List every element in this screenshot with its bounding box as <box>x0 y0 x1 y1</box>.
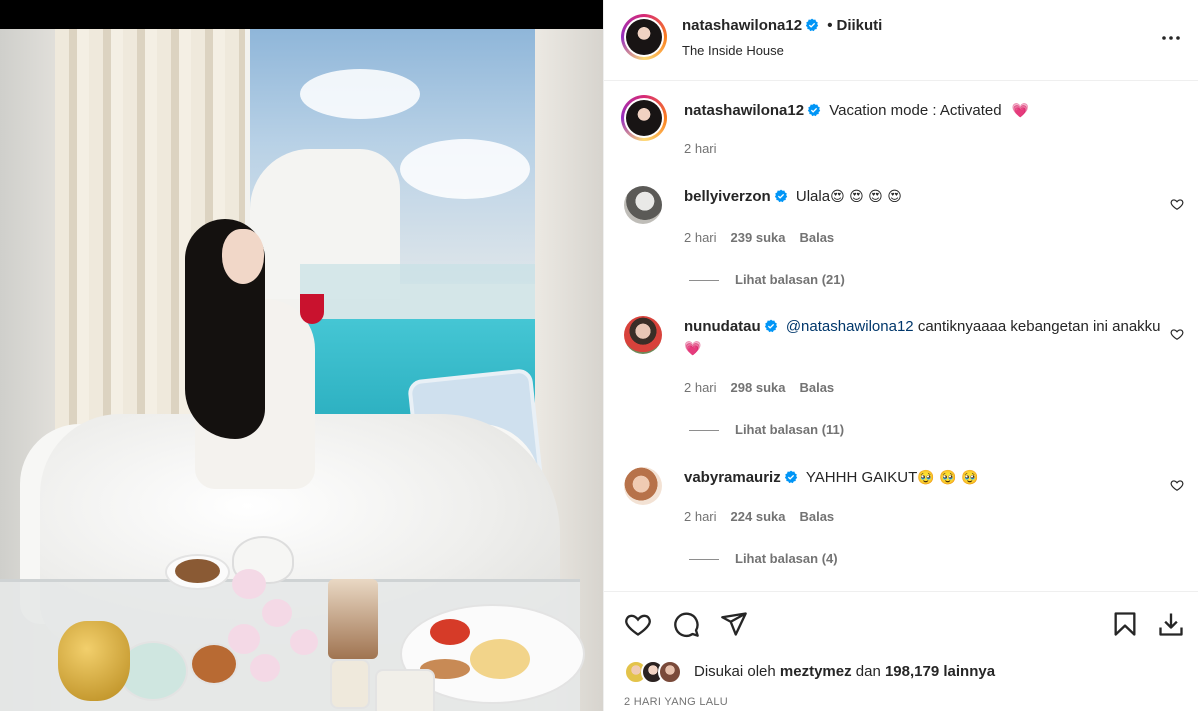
comment-meta: 2 hari 298 suka Balas <box>684 380 848 395</box>
mention-link[interactable]: @natashawilona12 <box>786 318 914 335</box>
comment-likes[interactable]: 224 suka <box>731 509 786 524</box>
comment-emoji: 😍 😍 😍 😍 <box>830 189 902 205</box>
heart-icon[interactable] <box>624 610 652 638</box>
post-sidebar: natashawilona12 • Diikuti The Inside Hous… <box>603 0 1198 711</box>
follow-status-button[interactable]: Diikuti <box>836 17 882 34</box>
post-actions: Disukai oleh meztymez dan 198,179 lainny… <box>604 591 1198 711</box>
post-header: natashawilona12 • Diikuti The Inside Hous… <box>604 0 1198 81</box>
bookmark-icon[interactable] <box>1111 610 1139 638</box>
heart-emoji: 💗 <box>1011 103 1030 119</box>
view-replies-button[interactable]: Lihat balasan (21) <box>689 272 845 287</box>
comment-body: Ulala <box>795 188 831 205</box>
commenter-avatar[interactable] <box>624 316 662 354</box>
comment-age: 2 hari <box>684 380 717 395</box>
comment-meta: 2 hari 224 suka Balas <box>684 509 848 524</box>
comment-text: nunudatau @natashawilona12 cantiknyaaaa … <box>684 316 1164 360</box>
reply-button[interactable]: Balas <box>799 380 834 395</box>
comment-like-heart-icon[interactable] <box>1170 197 1184 211</box>
more-horizontal-icon[interactable] <box>1159 26 1183 50</box>
likes-count[interactable]: 198,179 lainnya <box>885 663 995 680</box>
comment-emoji: 🥹 🥹 🥹 <box>917 470 979 486</box>
comment-text: vabyramauriz YAHHH GAIKUT🥹 🥹 🥹 <box>684 467 1164 489</box>
verified-badge-icon <box>774 189 787 203</box>
reply-button[interactable]: Balas <box>799 230 834 245</box>
verified-badge-icon <box>807 103 821 117</box>
comment-bubble-icon[interactable] <box>672 610 700 638</box>
comment-body: cantiknyaaaa kebangetan ini anakku <box>913 318 1161 335</box>
commenter-username[interactable]: vabyramauriz <box>684 469 781 486</box>
commenter-avatar[interactable] <box>624 467 662 505</box>
comment-meta: 2 hari 239 suka Balas <box>684 230 848 245</box>
author-avatar[interactable] <box>621 14 667 60</box>
liker-avatar <box>658 660 682 684</box>
commenter-avatar[interactable] <box>624 186 662 224</box>
commenter-username[interactable]: bellyiverzon <box>684 188 771 205</box>
comment-like-heart-icon[interactable] <box>1170 327 1184 341</box>
commenter-username[interactable]: nunudatau <box>684 318 761 335</box>
comment-likes[interactable]: 298 suka <box>731 380 786 395</box>
author-row: natashawilona12 • Diikuti <box>682 17 883 34</box>
author-username[interactable]: natashawilona12 <box>682 17 802 34</box>
location-link[interactable]: The Inside House <box>682 43 784 58</box>
author-avatar[interactable] <box>621 95 667 141</box>
view-replies-button[interactable]: Lihat balasan (4) <box>689 551 838 566</box>
verified-badge-icon <box>764 319 777 333</box>
caption-body: Vacation mode : Activated <box>829 102 1002 119</box>
view-replies-button[interactable]: Lihat balasan (11) <box>689 422 844 437</box>
verified-badge-icon <box>805 18 819 32</box>
reply-button[interactable]: Balas <box>799 509 834 524</box>
comment-text: bellyiverzon Ulala😍 😍 😍 😍 <box>684 186 1164 208</box>
caption-username[interactable]: natashawilona12 <box>684 102 804 119</box>
comment-age: 2 hari <box>684 230 717 245</box>
download-icon[interactable] <box>1157 610 1185 638</box>
likes-text: Disukai oleh meztymez dan 198,179 lainny… <box>694 663 996 680</box>
post-timestamp[interactable]: 2 HARI YANG LALU <box>624 696 728 708</box>
comment-emoji: 💗 <box>684 341 702 357</box>
paper-plane-icon[interactable] <box>720 610 748 638</box>
post-media[interactable] <box>0 0 603 711</box>
liked-by-username[interactable]: meztymez <box>780 663 852 680</box>
verified-badge-icon <box>784 470 797 484</box>
comment-likes[interactable]: 239 suka <box>731 230 786 245</box>
caption-text: natashawilona12 Vacation mode : Activate… <box>684 100 1164 122</box>
caption-age: 2 hari <box>684 141 717 156</box>
comment-like-heart-icon[interactable] <box>1170 478 1184 492</box>
comment-age: 2 hari <box>684 509 717 524</box>
comment-body: YAHHH GAIKUT <box>805 469 918 486</box>
post-photo <box>0 29 603 711</box>
